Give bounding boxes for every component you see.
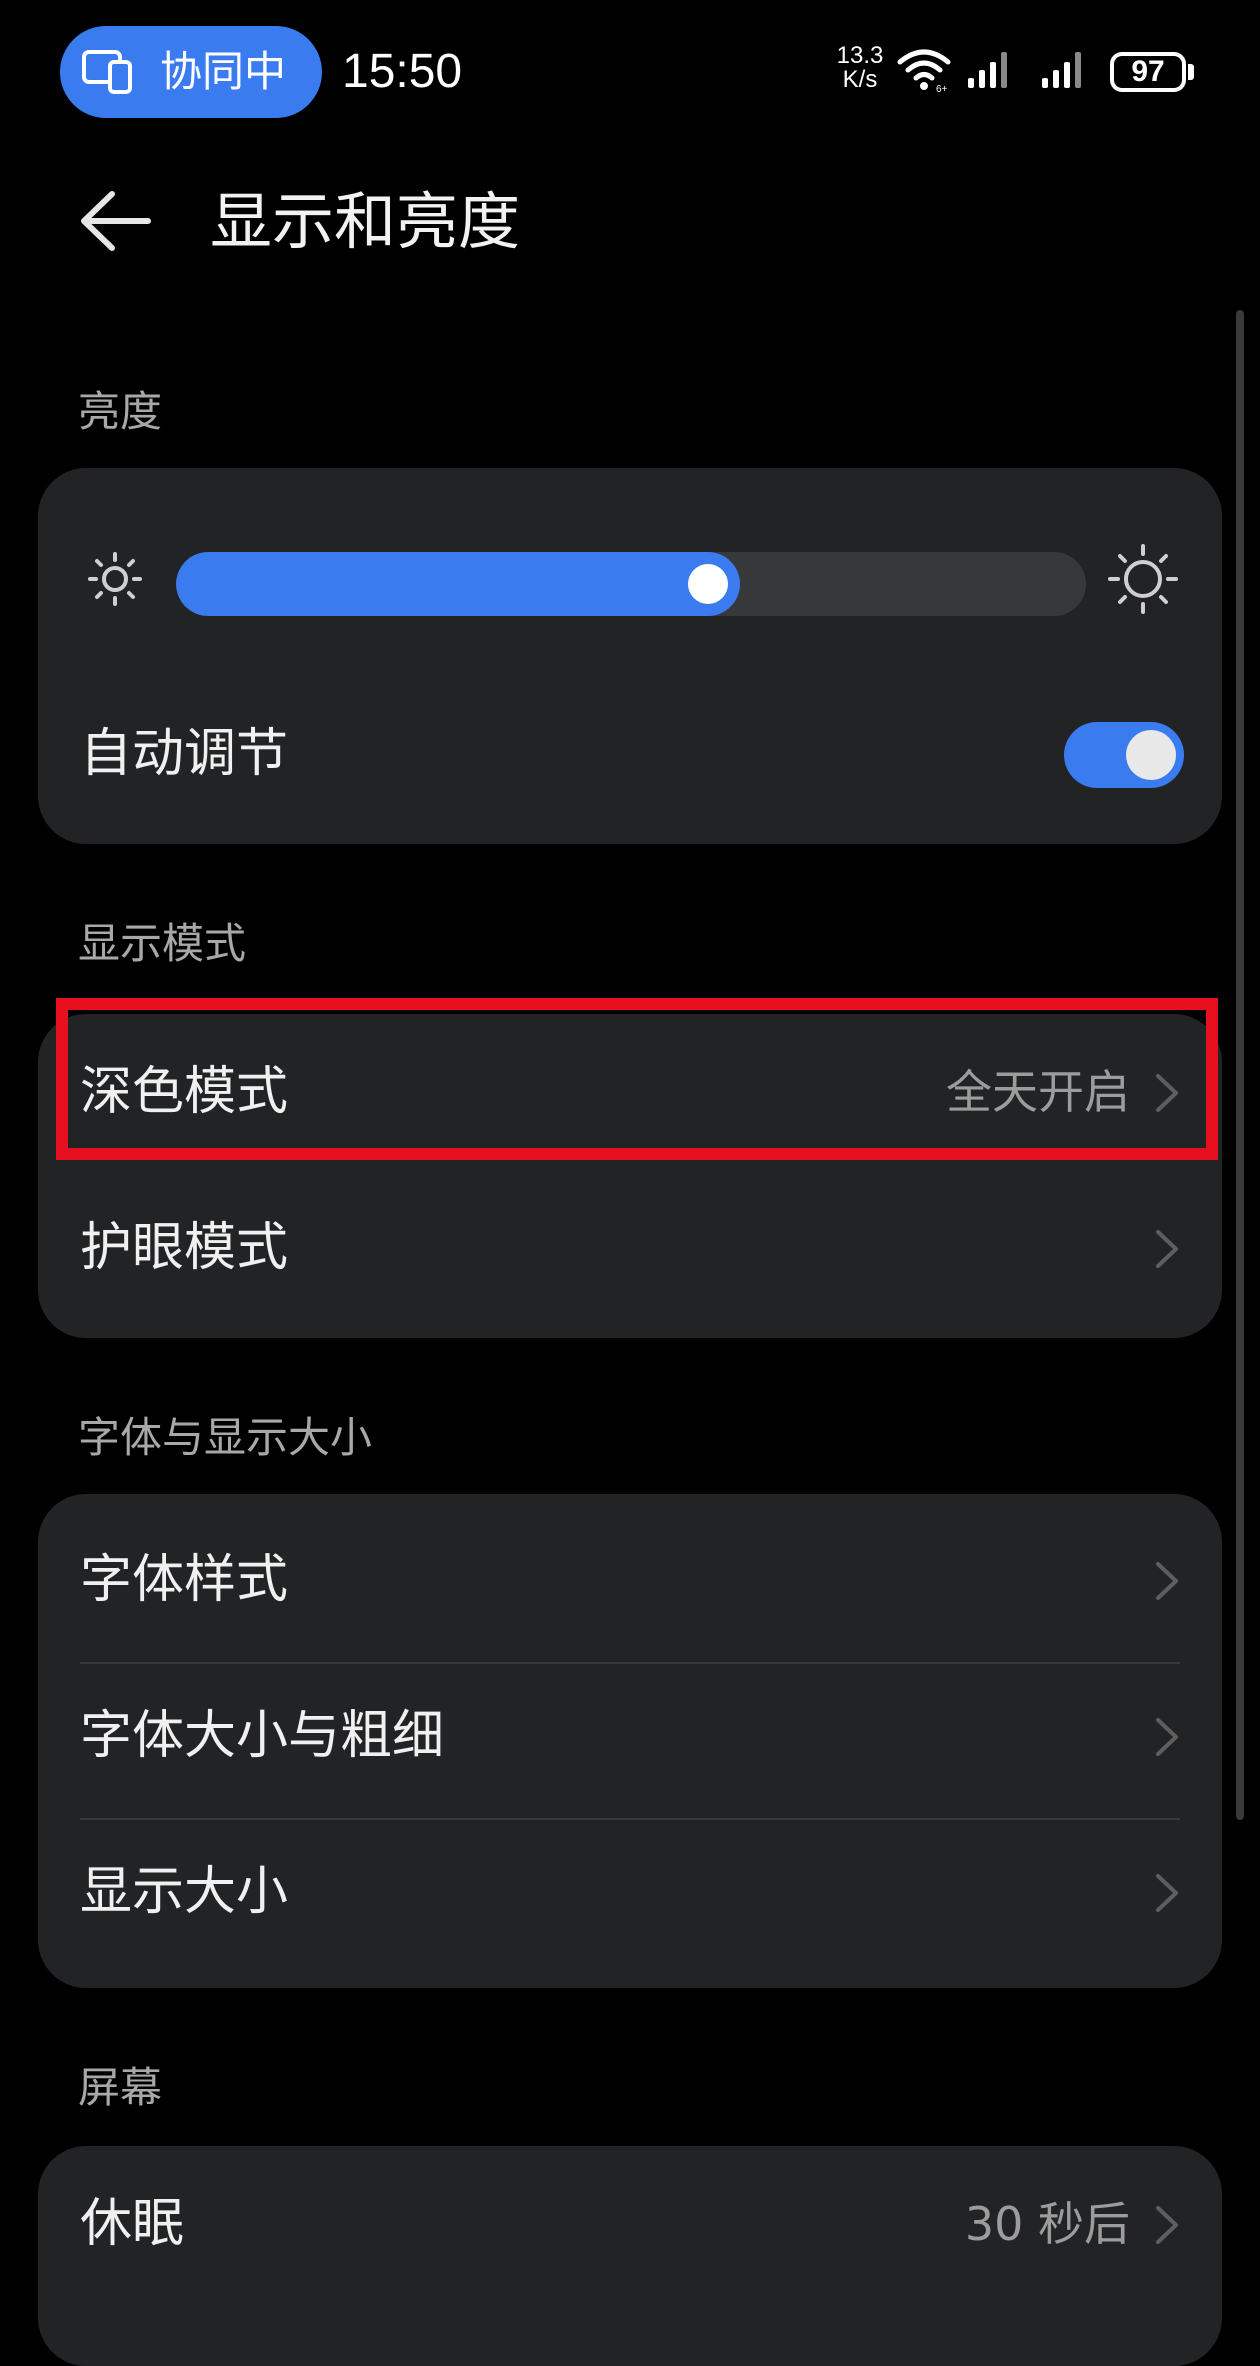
- chevron-right-icon: [1156, 1562, 1178, 1600]
- auto-adjust-row[interactable]: 自动调节: [38, 676, 1222, 832]
- section-header-font-size: 字体与显示大小: [78, 1413, 373, 1462]
- scrollbar[interactable]: [1236, 310, 1244, 1820]
- auto-adjust-toggle[interactable]: [1064, 722, 1184, 788]
- network-speed-unit: K/s: [842, 66, 878, 93]
- brightness-card: 自动调节: [38, 468, 1222, 844]
- network-speed: 13.3 K/s: [832, 44, 888, 92]
- sleep-label: 休眠: [80, 2194, 185, 2254]
- collaboration-indicator[interactable]: 协同中: [60, 26, 322, 118]
- network-speed-value: 13.3: [836, 42, 884, 69]
- brightness-high-icon: [1108, 544, 1178, 614]
- display-size-row[interactable]: 显示大小: [38, 1814, 1222, 1970]
- brightness-slider-fill: [176, 552, 740, 616]
- chevron-right-icon: [1156, 2206, 1178, 2244]
- brightness-low-icon: [88, 552, 142, 606]
- wifi-icon: 6+: [897, 49, 951, 94]
- font-style-label: 字体样式: [80, 1550, 289, 1610]
- collaboration-label: 协同中: [160, 47, 287, 96]
- chevron-right-icon: [1156, 1230, 1178, 1268]
- font-size-weight-label: 字体大小与粗细: [80, 1706, 445, 1766]
- font-size-weight-row[interactable]: 字体大小与粗细: [38, 1658, 1222, 1814]
- section-header-display-mode: 显示模式: [78, 919, 247, 968]
- svg-text:6+: 6+: [936, 84, 948, 94]
- screen-card: 休眠 30 秒后: [38, 2146, 1222, 2366]
- status-time: 15:50: [342, 45, 463, 98]
- battery-level: 97: [1110, 52, 1186, 92]
- page-title: 显示和亮度: [210, 185, 521, 258]
- font-size-card: 字体样式 字体大小与粗细 显示大小: [38, 1494, 1222, 1988]
- status-bar: 协同中 15:50 13.3 K/s 6+ 97: [0, 0, 1260, 140]
- display-size-label: 显示大小: [80, 1862, 289, 1922]
- chevron-right-icon: [1156, 1718, 1178, 1756]
- back-arrow-icon[interactable]: [76, 186, 156, 256]
- eye-comfort-label: 护眼模式: [80, 1218, 289, 1278]
- sleep-row[interactable]: 休眠 30 秒后: [38, 2146, 1222, 2302]
- toggle-knob: [1126, 730, 1176, 780]
- section-header-screen: 屏幕: [78, 2063, 163, 2112]
- sleep-value: 30 秒后: [964, 2197, 1130, 2251]
- font-style-row[interactable]: 字体样式: [38, 1502, 1222, 1658]
- auto-adjust-label: 自动调节: [80, 724, 289, 784]
- highlight-box: [56, 998, 1218, 1160]
- brightness-slider-thumb[interactable]: [688, 564, 728, 604]
- section-header-brightness: 亮度: [78, 387, 163, 436]
- chevron-right-icon: [1156, 1874, 1178, 1912]
- cellular-signal-icon-2: [1042, 52, 1081, 88]
- battery-tip: [1188, 64, 1194, 80]
- brightness-slider[interactable]: [176, 552, 1086, 616]
- cellular-signal-icon: [968, 52, 1007, 88]
- multi-device-icon: [82, 50, 132, 94]
- eye-comfort-row[interactable]: 护眼模式: [38, 1170, 1222, 1326]
